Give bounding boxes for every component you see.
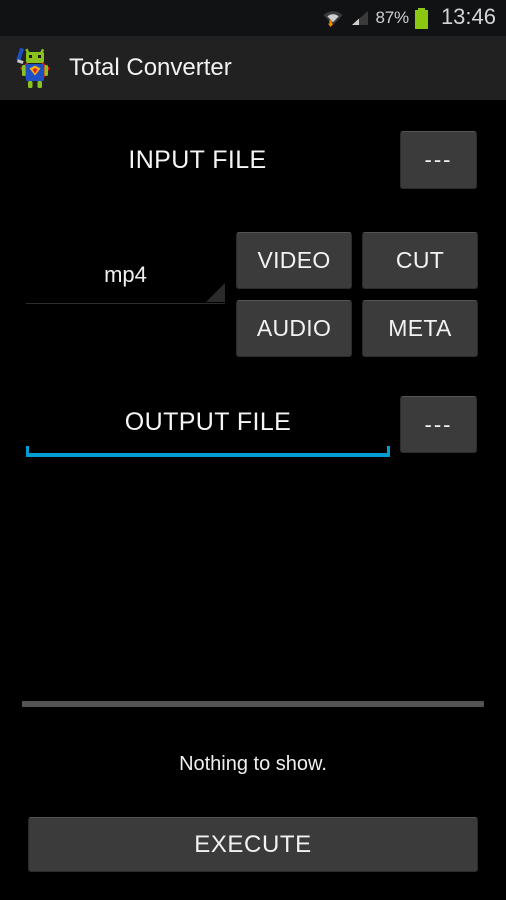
output-file-input[interactable]: OUTPUT FILE: [26, 396, 390, 453]
meta-button[interactable]: META: [362, 300, 478, 357]
empty-list-message: Nothing to show.: [179, 753, 327, 775]
wifi-with-download-arrow-icon: [322, 7, 344, 29]
input-file-row: INPUT FILE ---: [0, 130, 506, 190]
dropdown-caret-icon: [206, 283, 225, 302]
action-bar: Total Converter: [0, 36, 506, 101]
status-bar-clock: 13:46: [440, 4, 496, 29]
video-button[interactable]: VIDEO: [236, 232, 352, 289]
output-format-value: mp4: [104, 261, 147, 287]
input-file-label: INPUT FILE: [128, 145, 267, 174]
output-file-value: OUTPUT FILE: [124, 408, 292, 436]
format-and-actions-block: mp4 VIDEO CUT AUDIO META: [0, 232, 506, 367]
cellular-signal-icon: [350, 8, 370, 28]
audio-button[interactable]: AUDIO: [236, 300, 352, 357]
output-file-underline: [26, 446, 390, 457]
main-content: INPUT FILE --- mp4 VIDEO CUT AUDIO META …: [0, 101, 506, 900]
input-file-pick-button[interactable]: ---: [400, 131, 477, 189]
output-format-spinner[interactable]: mp4: [26, 232, 225, 304]
output-file-pick-button[interactable]: ---: [400, 396, 477, 453]
status-bar: 87% 13:46: [0, 0, 506, 36]
battery-full-icon: [414, 7, 428, 29]
execute-button[interactable]: EXECUTE: [28, 817, 478, 872]
cut-button[interactable]: CUT: [362, 232, 478, 289]
battery-percent-label: 87%: [375, 8, 410, 27]
output-file-row: OUTPUT FILE ---: [0, 396, 506, 457]
app-screen: 87% 13:46 Total Converter INPUT FILE ---…: [0, 0, 506, 900]
status-bar-icons: 87% 13:46: [322, 4, 496, 30]
app-title: Total Converter: [69, 54, 232, 81]
superhero-android-robot-icon: [14, 46, 56, 90]
list-divider: [22, 701, 484, 707]
